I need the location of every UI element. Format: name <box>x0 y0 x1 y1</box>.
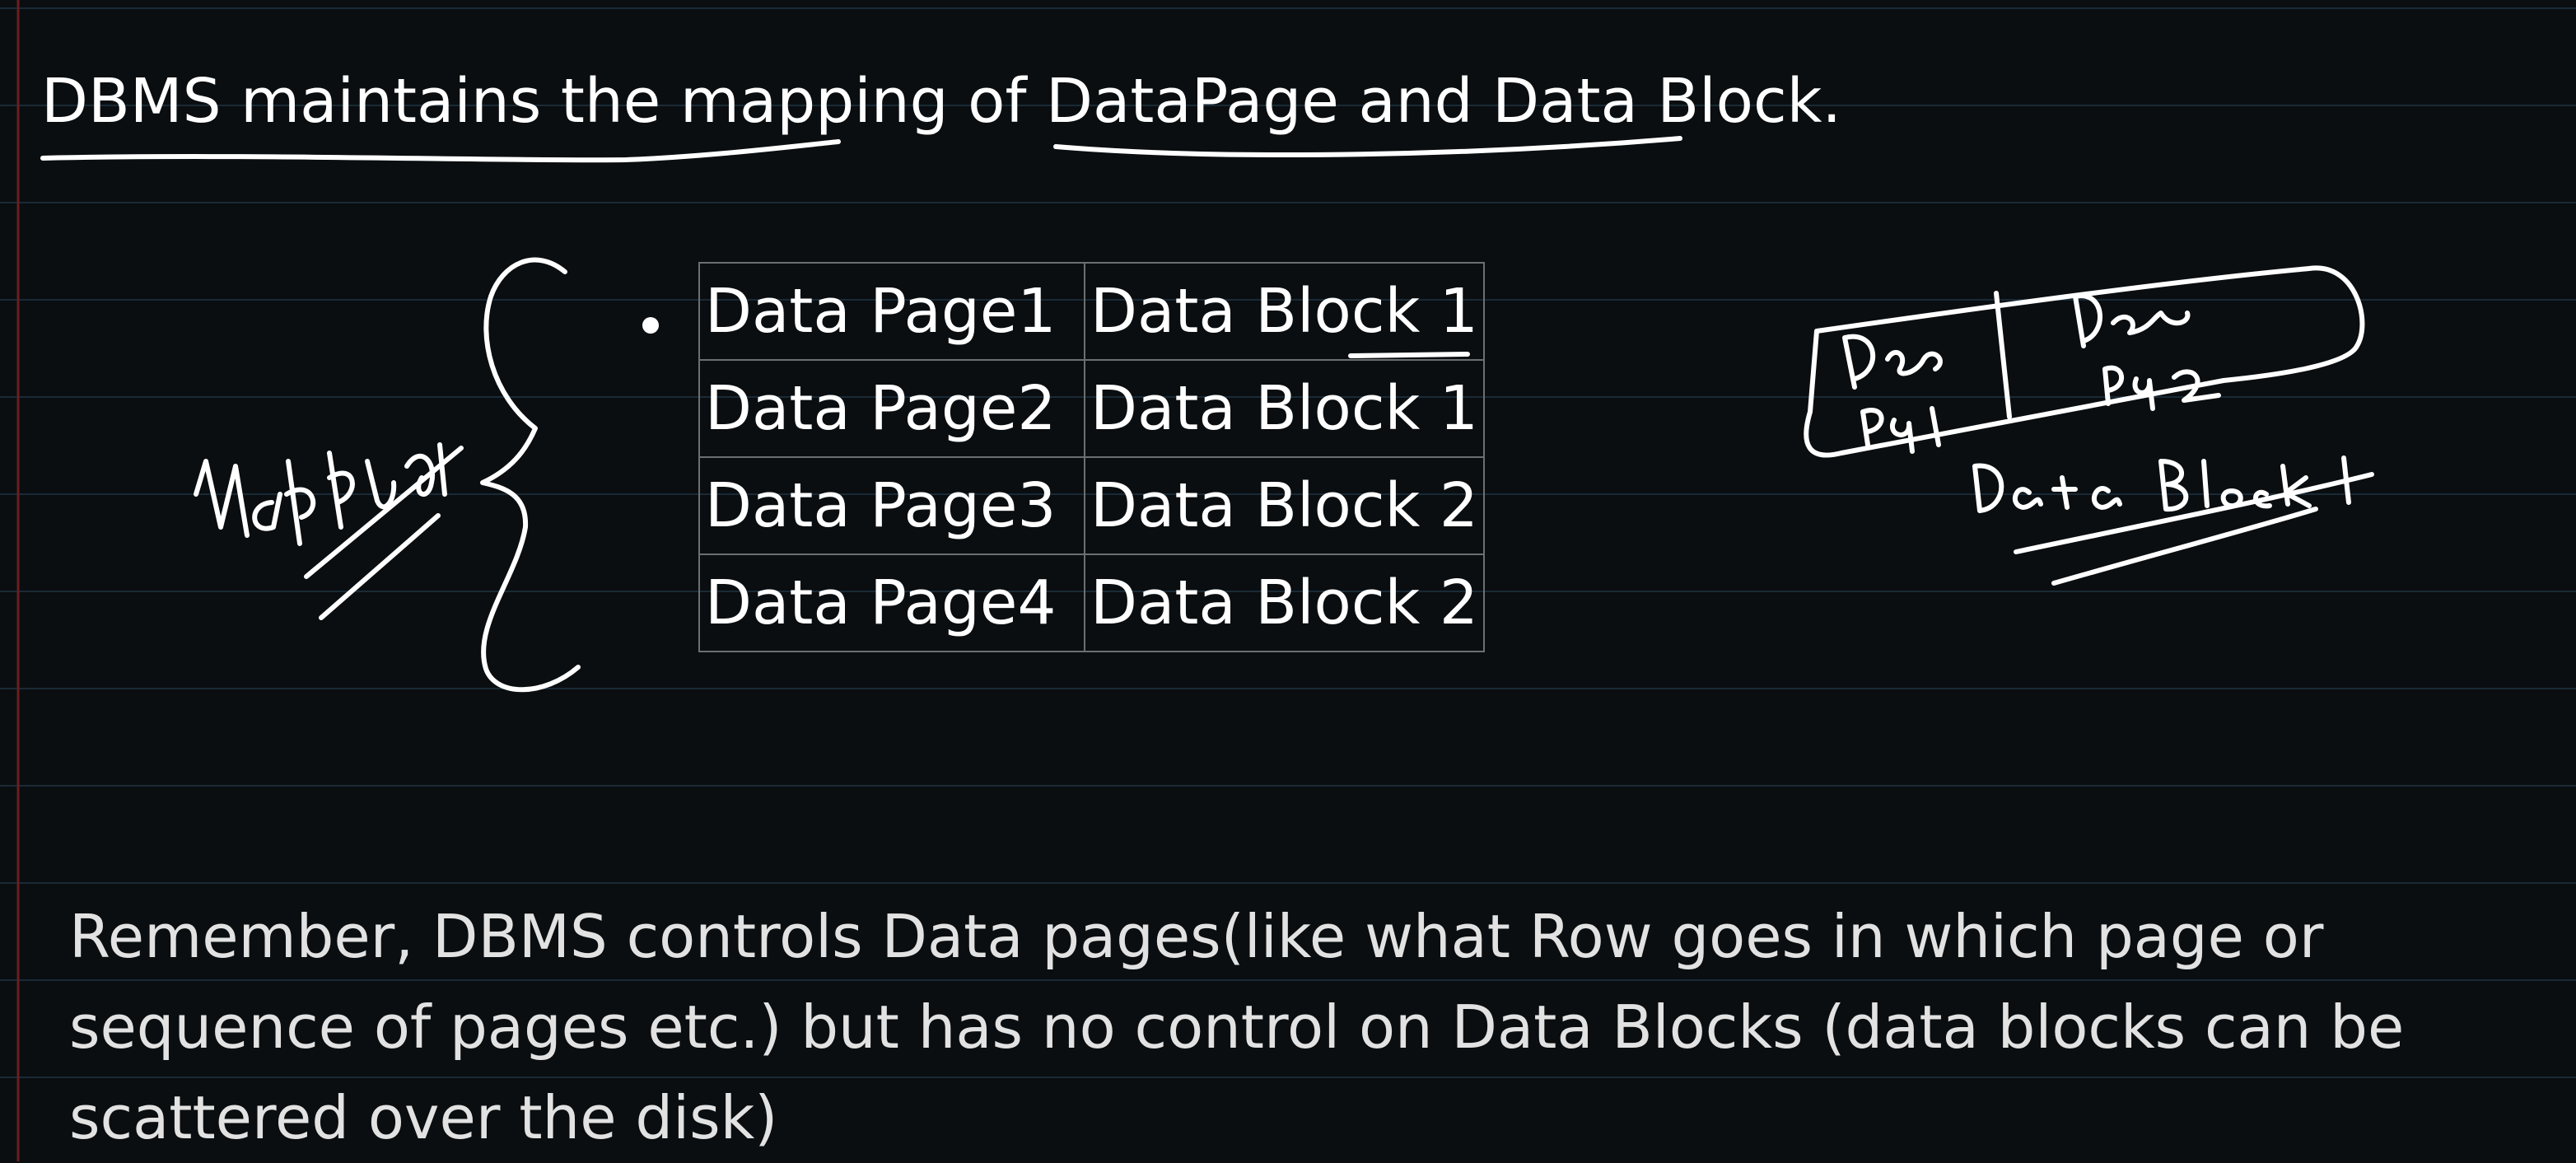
table-row: Data Page2 Data Block 1 <box>698 359 1485 458</box>
data-block-cell: Data Block 1 <box>1084 359 1485 458</box>
data-block-cell: Data Block 2 <box>1084 553 1485 652</box>
data-block-cell: Data Block 1 <box>1084 262 1485 361</box>
mapping-table: Data Page1 Data Block 1 Data Page2 Data … <box>698 262 1485 652</box>
data-page-cell: Data Page4 <box>698 553 1085 652</box>
page-heading: DBMS maintains the mapping of DataPage a… <box>41 66 1841 137</box>
data-block-cell: Data Block 2 <box>1084 456 1485 555</box>
table-row: Data Page3 Data Block 2 <box>698 456 1485 555</box>
table-row: Data Page4 Data Block 2 <box>698 553 1485 652</box>
data-page-cell: Data Page2 <box>698 359 1085 458</box>
data-page-cell: Data Page3 <box>698 456 1085 555</box>
data-page-cell: Data Page1 <box>698 262 1085 361</box>
bullet-dot <box>642 317 659 334</box>
table-row: Data Page1 Data Block 1 <box>698 262 1485 361</box>
remember-note: Remember, DBMS controls Data pages(like … <box>69 902 2405 1152</box>
